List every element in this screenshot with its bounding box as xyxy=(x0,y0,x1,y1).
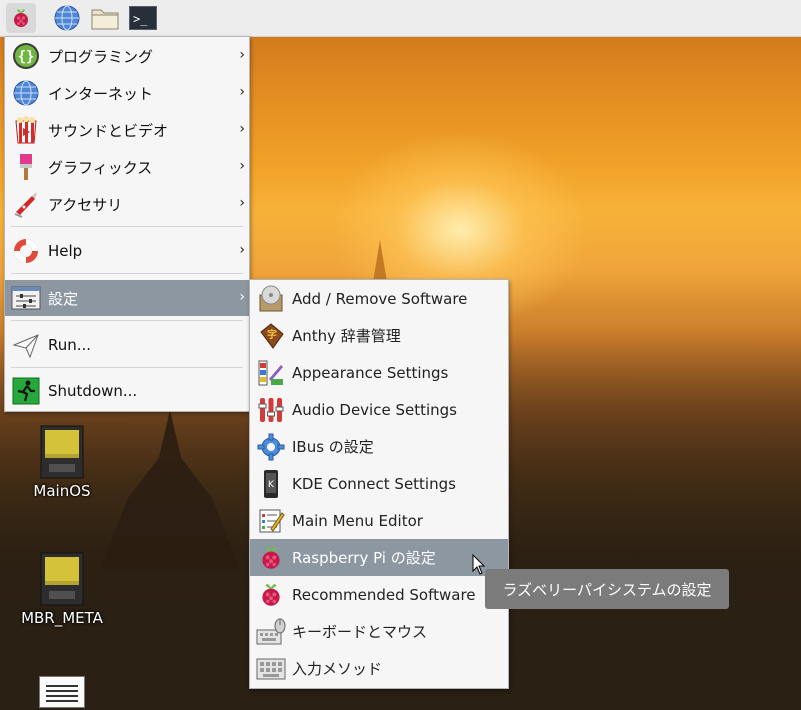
submenu-item-raspberry-pi-settings[interactable]: Raspberry Pi の設定 xyxy=(250,539,508,576)
svg-text:{}: {} xyxy=(18,49,35,65)
globe-icon xyxy=(11,78,41,108)
menu-item-shutdown[interactable]: Shutdown... xyxy=(5,373,249,409)
knife-icon xyxy=(11,189,41,219)
menu-item-accessories[interactable]: アクセサリ › xyxy=(5,186,249,222)
menu-item-sound-video[interactable]: サウンドとビデオ › xyxy=(5,112,249,148)
menu-separator xyxy=(11,367,243,368)
submenu-item-main-menu-editor[interactable]: Main Menu Editor xyxy=(250,502,508,539)
menu-item-programming[interactable]: {} プログラミング › xyxy=(5,38,249,74)
dictionary-book-icon: 字 xyxy=(256,321,286,351)
submenu-item-anthy-dictionary[interactable]: 字 Anthy 辞書管理 xyxy=(250,317,508,354)
submenu-item-kde-connect-settings[interactable]: K KDE Connect Settings xyxy=(250,465,508,502)
menu-item-settings[interactable]: 設定 › xyxy=(5,280,249,316)
submenu-item-add-remove-software[interactable]: Add / Remove Software xyxy=(250,280,508,317)
keyboard-icon xyxy=(256,654,286,684)
submenu-item-recommended-software[interactable]: Recommended Software xyxy=(250,576,508,613)
popcorn-icon xyxy=(11,115,41,145)
sd-card-icon xyxy=(39,551,85,607)
taskbar: >_ xyxy=(0,0,801,37)
globe-icon xyxy=(54,5,80,31)
submenu-item-input-method[interactable]: 入力メソッド xyxy=(250,650,508,687)
document-icon xyxy=(39,676,85,708)
submenu-item-audio-device-settings[interactable]: Audio Device Settings xyxy=(250,391,508,428)
menu-item-internet[interactable]: インターネット › xyxy=(5,75,249,111)
terminal-icon: >_ xyxy=(129,6,157,30)
mouse-pointer-icon xyxy=(472,554,486,575)
desktop-icon-document[interactable] xyxy=(12,676,112,710)
submenu-item-appearance-settings[interactable]: Appearance Settings xyxy=(250,354,508,391)
paintbrush-icon xyxy=(11,152,41,182)
menu-editor-icon xyxy=(256,506,286,536)
raspberry-icon xyxy=(256,543,286,573)
tooltip: ラズベリーパイシステムの設定 xyxy=(485,569,729,609)
settings-submenu: Add / Remove Software 字 Anthy 辞書管理 Appea… xyxy=(249,279,509,689)
svg-text:字: 字 xyxy=(267,328,277,341)
package-disc-icon xyxy=(256,284,286,314)
raspberry-icon xyxy=(256,580,286,610)
sd-card-icon xyxy=(39,424,85,480)
lifebuoy-icon xyxy=(11,236,41,266)
terminal-button[interactable]: >_ xyxy=(128,3,158,33)
exit-running-man-icon xyxy=(11,376,41,406)
color-swatch-icon xyxy=(256,358,286,388)
programming-braces-icon: {} xyxy=(11,41,41,71)
gear-icon xyxy=(256,432,286,462)
menu-separator xyxy=(11,226,243,227)
paper-plane-icon xyxy=(11,330,41,360)
file-manager-button[interactable] xyxy=(90,3,120,33)
menu-item-run[interactable]: Run... xyxy=(5,327,249,363)
settings-sliders-icon xyxy=(11,283,41,313)
menu-item-graphics[interactable]: グラフィックス › xyxy=(5,149,249,185)
audio-mixer-icon xyxy=(256,395,286,425)
keyboard-mouse-icon xyxy=(256,617,286,647)
web-browser-button[interactable] xyxy=(52,3,82,33)
raspberry-icon xyxy=(14,9,28,27)
submenu-item-keyboard-mouse[interactable]: キーボードとマウス xyxy=(250,613,508,650)
submenu-item-ibus-settings[interactable]: IBus の設定 xyxy=(250,428,508,465)
raspberry-menu-button[interactable] xyxy=(6,3,36,33)
desktop-icon-mainos[interactable]: MainOS xyxy=(12,424,112,500)
main-menu: {} プログラミング › インターネット › サウンドとビデオ › グラフィック… xyxy=(4,36,250,412)
menu-separator xyxy=(11,320,243,321)
menu-separator xyxy=(11,273,243,274)
folder-icon xyxy=(91,9,119,30)
desktop-icon-mbr-meta[interactable]: MBR_META xyxy=(12,551,112,627)
menu-item-help[interactable]: Help › xyxy=(5,233,249,269)
phone-icon: K xyxy=(256,469,286,499)
